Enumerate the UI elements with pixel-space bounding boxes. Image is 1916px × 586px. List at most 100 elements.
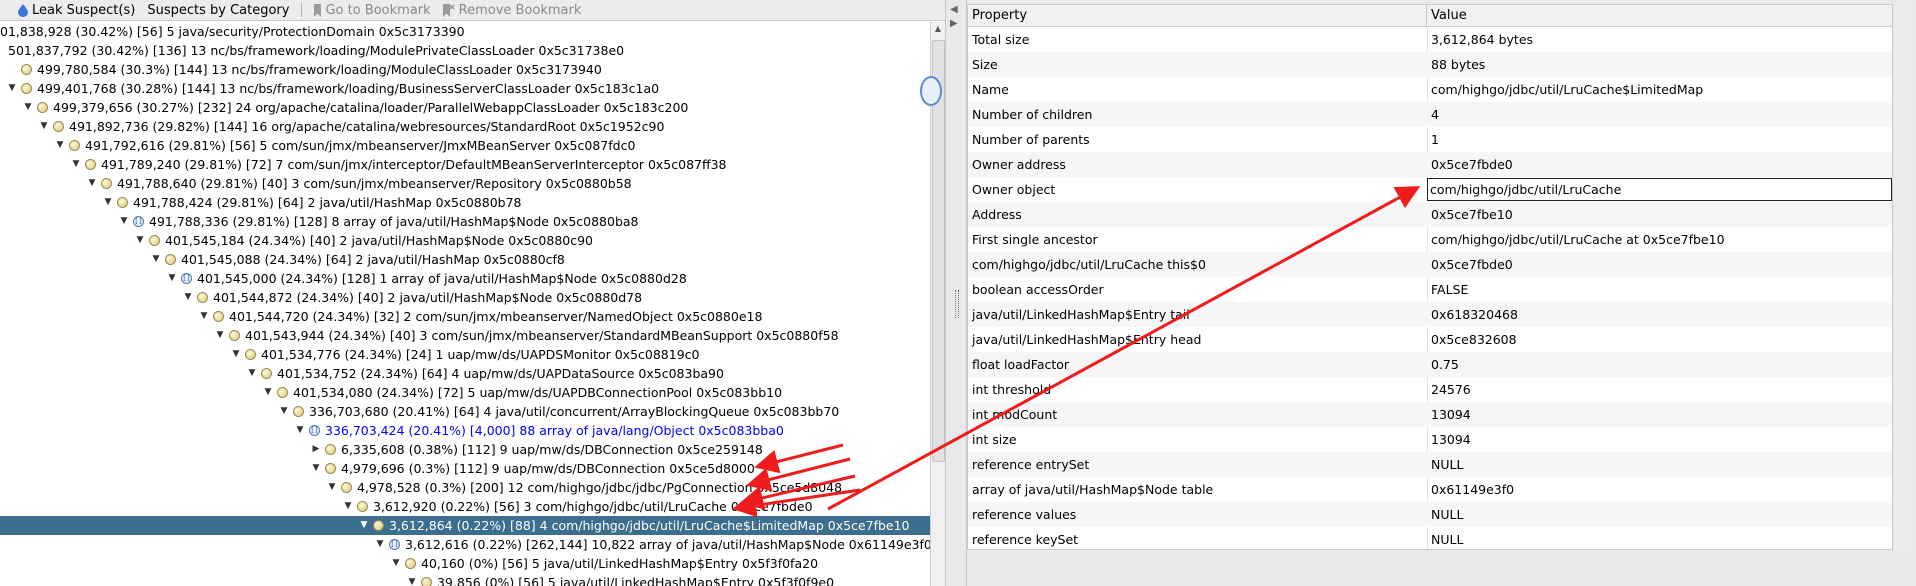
tree-row[interactable]: ▼ 401,534,080 (24.34%) [72] 5 uap/mw/ds/U… bbox=[0, 383, 930, 402]
expanded-toggle-icon[interactable]: ▼ bbox=[39, 117, 49, 136]
remove-bookmark-button[interactable]: Remove Bookmark bbox=[442, 3, 581, 18]
tree-row[interactable]: ▼ 401,545,088 (24.34%) [64] 2 java/util/H… bbox=[0, 250, 930, 269]
tree-row[interactable]: ▼ 499,379,656 (30.27%) [232] 24 org/apach… bbox=[0, 98, 930, 117]
property-row[interactable]: Owner address 0x5ce7fbde0 bbox=[968, 152, 1892, 177]
tree-row[interactable]: ▼ [] 3,612,616 (0.22%) [262,144] 10,822 ar… bbox=[0, 535, 930, 554]
expanded-toggle-icon[interactable]: ▼ bbox=[359, 516, 369, 535]
collapsed-toggle-icon[interactable]: ▶ bbox=[311, 440, 321, 459]
property-row[interactable]: reference values NULL bbox=[968, 502, 1892, 527]
tree-row[interactable]: ▼ [] 336,703,424 (20.41%) [4,000] 88 array… bbox=[0, 421, 930, 440]
property-name: com/highgo/jdbc/util/LruCache this$0 bbox=[972, 257, 1206, 272]
tree-row[interactable]: ▼ 401,544,872 (24.34%) [40] 2 java/util/H… bbox=[0, 288, 930, 307]
split-divider[interactable]: ◀ ▶ bbox=[945, 0, 967, 586]
expanded-toggle-icon[interactable]: ▼ bbox=[327, 478, 337, 497]
property-row[interactable]: First single ancestor com/highgo/jdbc/uti… bbox=[968, 227, 1892, 252]
property-value[interactable]: com/highgo/jdbc/util/LruCache bbox=[1430, 177, 1621, 202]
collapse-left-arrow-icon[interactable]: ◀ bbox=[950, 4, 958, 15]
tree-row[interactable]: ▼ 3,612,920 (0.22%) [56] 3 com/highgo/jdb… bbox=[0, 497, 930, 516]
tree-row[interactable]: ▼ 491,892,736 (29.82%) [144] 16 org/apach… bbox=[0, 117, 930, 136]
property-row[interactable]: float loadFactor 0.75 bbox=[968, 352, 1892, 377]
property-value: 3,612,864 bytes bbox=[1431, 32, 1534, 47]
expanded-toggle-icon[interactable]: ▼ bbox=[215, 326, 225, 345]
property-row[interactable]: Name com/highgo/jdbc/util/LruCache$Limite… bbox=[968, 77, 1892, 102]
leak-suspects-button[interactable]: Leak Suspect(s) bbox=[18, 3, 135, 18]
tree-row[interactable]: ▼ 491,788,640 (29.81%) [40] 3 com/sun/jmx… bbox=[0, 174, 930, 193]
tree-row[interactable]: ▶ 6,335,608 (0.38%) [112] 9 uap/mw/ds/DBC… bbox=[0, 440, 930, 459]
tree-row[interactable]: ▼ 401,534,752 (24.34%) [64] 4 uap/mw/ds/U… bbox=[0, 364, 930, 383]
property-row[interactable]: array of java/util/HashMap$Node table 0x6… bbox=[968, 477, 1892, 502]
tree-row[interactable]: ▼ 40,160 (0%) [56] 5 java/util/LinkedHash… bbox=[0, 554, 930, 573]
column-header-property[interactable]: Property bbox=[968, 5, 1427, 26]
expanded-toggle-icon[interactable]: ▼ bbox=[151, 250, 161, 269]
expanded-toggle-icon[interactable]: ▼ bbox=[231, 345, 241, 364]
divider-grip[interactable] bbox=[955, 290, 959, 318]
tree-row[interactable]: ▼ 39,856 (0%) [56] 5 java/util/LinkedHash… bbox=[0, 573, 930, 586]
tree-row[interactable]: ▼ 491,789,240 (29.81%) [72] 7 com/sun/jmx… bbox=[0, 155, 930, 174]
tree-row[interactable]: ▼ 491,788,424 (29.81%) [64] 2 java/util/H… bbox=[0, 193, 930, 212]
property-row[interactable]: com/highgo/jdbc/util/LruCache this$0 0x5c… bbox=[968, 252, 1892, 277]
tree-row[interactable]: ▼ 4,978,528 (0.3%) [200] 12 com/highgo/jd… bbox=[0, 478, 930, 497]
object-node-icon bbox=[325, 444, 336, 455]
suspects-by-category-button[interactable]: Suspects by Category bbox=[147, 3, 289, 18]
expanded-toggle-icon[interactable]: ▼ bbox=[167, 269, 177, 288]
expanded-toggle-icon[interactable]: ▼ bbox=[263, 383, 273, 402]
tree-row[interactable]: ▼ 4,979,696 (0.3%) [112] 9 uap/mw/ds/DBCo… bbox=[0, 459, 930, 478]
scroll-indicator-knob[interactable] bbox=[920, 76, 942, 106]
expanded-toggle-icon[interactable]: ▼ bbox=[343, 497, 353, 516]
expanded-toggle-icon[interactable]: ▼ bbox=[23, 98, 33, 117]
property-row[interactable]: reference entrySet NULL bbox=[968, 452, 1892, 477]
go-to-bookmark-label: Go to Bookmark bbox=[325, 2, 431, 18]
expanded-toggle-icon[interactable]: ▼ bbox=[71, 155, 81, 174]
expanded-toggle-icon[interactable]: ▼ bbox=[87, 174, 97, 193]
property-row[interactable]: Address 0x5ce7fbe10 bbox=[968, 202, 1892, 227]
object-node-icon bbox=[261, 368, 272, 379]
tree-row[interactable]: 501,837,792 (30.42%) [136] 13 nc/bs/fram… bbox=[0, 41, 930, 60]
expanded-toggle-icon[interactable]: ▼ bbox=[119, 212, 129, 231]
expanded-toggle-icon[interactable]: ▼ bbox=[135, 231, 145, 250]
property-row[interactable]: Size 88 bytes bbox=[968, 52, 1892, 77]
scroll-up-arrow-icon[interactable]: ▲ bbox=[931, 22, 945, 36]
expanded-toggle-icon[interactable]: ▼ bbox=[183, 288, 193, 307]
attributes-pane: Property Value Total size 3,612,864 bytes… bbox=[967, 0, 1916, 586]
expanded-toggle-icon[interactable]: ▼ bbox=[279, 402, 289, 421]
expanded-toggle-icon[interactable]: ▼ bbox=[407, 573, 417, 586]
tree-row[interactable]: 499,780,584 (30.3%) [144] 13 nc/bs/frame… bbox=[0, 60, 930, 79]
tree-row[interactable]: ▼ 491,792,616 (29.81%) [56] 5 com/sun/jmx… bbox=[0, 136, 930, 155]
property-row[interactable]: int modCount 13094 bbox=[968, 402, 1892, 427]
expanded-toggle-icon[interactable]: ▼ bbox=[55, 136, 65, 155]
tree-row[interactable]: ▼ 401,544,720 (24.34%) [32] 2 com/sun/jmx… bbox=[0, 307, 930, 326]
property-row[interactable]: int size 13094 bbox=[968, 427, 1892, 452]
tree-row[interactable]: ▼ 401,545,184 (24.34%) [40] 2 java/util/H… bbox=[0, 231, 930, 250]
property-value: 0x5ce832608 bbox=[1431, 332, 1517, 347]
go-to-bookmark-button[interactable]: Go to Bookmark bbox=[314, 2, 431, 18]
expanded-toggle-icon[interactable]: ▼ bbox=[7, 79, 17, 98]
property-row[interactable]: java/util/LinkedHashMap$Entry tail 0x6183… bbox=[968, 302, 1892, 327]
column-header-value[interactable]: Value bbox=[1427, 5, 1892, 26]
expanded-toggle-icon[interactable]: ▼ bbox=[103, 193, 113, 212]
property-row[interactable]: Total size 3,612,864 bytes bbox=[968, 27, 1892, 52]
tree-row[interactable]: ▼ 3,612,864 (0.22%) [88] 4 com/highgo/jdb… bbox=[0, 516, 930, 535]
property-row[interactable]: java/util/LinkedHashMap$Entry head 0x5ce8… bbox=[968, 327, 1892, 352]
tree-row[interactable]: ▼ 336,703,680 (20.41%) [64] 4 java/util/c… bbox=[0, 402, 930, 421]
expanded-toggle-icon[interactable]: ▼ bbox=[295, 421, 305, 440]
property-row[interactable]: boolean accessOrder FALSE bbox=[968, 277, 1892, 302]
expanded-toggle-icon[interactable]: ▼ bbox=[199, 307, 209, 326]
property-row[interactable]: reference keySet NULL bbox=[968, 527, 1892, 552]
expanded-toggle-icon[interactable]: ▼ bbox=[311, 459, 321, 478]
property-row[interactable]: Number of children 4 bbox=[968, 102, 1892, 127]
expand-right-arrow-icon[interactable]: ▶ bbox=[950, 18, 958, 29]
object-tree-pane: Leak Suspect(s) Suspects by Category Go … bbox=[0, 0, 945, 586]
tree-row[interactable]: 01,838,928 (30.42%) [56] 5 java/security… bbox=[0, 22, 930, 41]
expanded-toggle-icon[interactable]: ▼ bbox=[247, 364, 257, 383]
property-row[interactable]: int threshold 24576 bbox=[968, 377, 1892, 402]
tree-row[interactable]: ▼ [] 401,545,000 (24.34%) [128] 1 array of… bbox=[0, 269, 930, 288]
property-row[interactable]: Owner object com/highgo/jdbc/util/LruCach… bbox=[968, 177, 1892, 202]
expanded-toggle-icon[interactable]: ▼ bbox=[375, 535, 385, 554]
tree-row[interactable]: ▼ 499,401,768 (30.28%) [144] 13 nc/bs/fra… bbox=[0, 79, 930, 98]
tree-scrollbar[interactable]: ▲ bbox=[930, 22, 945, 586]
tree-row[interactable]: ▼ 401,543,944 (24.34%) [40] 3 com/sun/jmx… bbox=[0, 326, 930, 345]
expanded-toggle-icon[interactable]: ▼ bbox=[391, 554, 401, 573]
property-row[interactable]: Number of parents 1 bbox=[968, 127, 1892, 152]
tree-row[interactable]: ▼ 401,534,776 (24.34%) [24] 1 uap/mw/ds/U… bbox=[0, 345, 930, 364]
tree-row[interactable]: ▼ [] 491,788,336 (29.81%) [128] 8 array of… bbox=[0, 212, 930, 231]
